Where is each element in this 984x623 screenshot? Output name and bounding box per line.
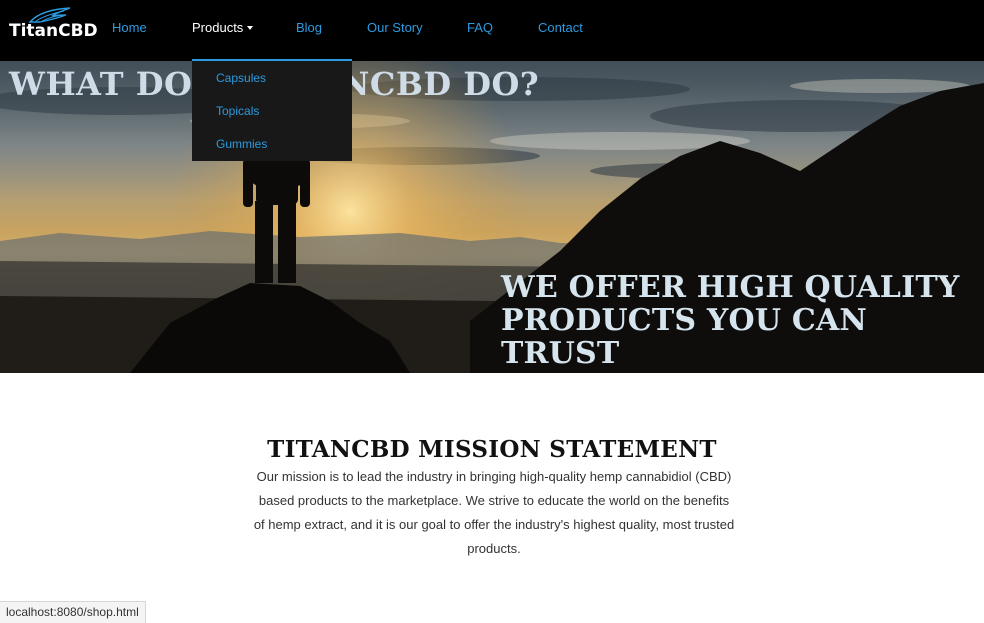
hero-tagline-line-2: PRODUCTS YOU CAN TRUST bbox=[501, 303, 868, 371]
products-dropdown-menu: Capsules Topicals Gummies bbox=[192, 59, 352, 161]
nav-our-story[interactable]: Our Story bbox=[367, 20, 423, 36]
dropdown-item-topicals[interactable]: Topicals bbox=[216, 104, 259, 118]
nav-blog[interactable]: Blog bbox=[296, 20, 322, 36]
brand-name: TitanCBD bbox=[9, 21, 98, 41]
mission-body: Our mission is to lead the industry in b… bbox=[253, 469, 735, 556]
page: TitanCBD Home Products Blog Our Story FA… bbox=[0, 0, 984, 623]
dropdown-item-capsules[interactable]: Capsules bbox=[216, 71, 266, 85]
hero-tagline: WE OFFER HIGH QUALITY PRODUCTS YOU CAN T… bbox=[501, 271, 971, 370]
browser-status-url: localhost:8080/shop.html bbox=[0, 601, 146, 623]
navbar: TitanCBD Home Products Blog Our Story FA… bbox=[0, 0, 984, 61]
hero-banner: WHAT DOES TITANCBD DO? WE OFFER HIGH QUA… bbox=[0, 61, 984, 373]
hero-tagline-line-1: WE OFFER HIGH QUALITY bbox=[501, 270, 960, 305]
brand-logo-link[interactable]: TitanCBD bbox=[8, 6, 98, 52]
mission-title: TITANCBD MISSION STATEMENT bbox=[267, 436, 717, 463]
nav-home[interactable]: Home bbox=[112, 20, 147, 36]
nav-products-label: Products bbox=[192, 20, 244, 35]
dropdown-item-gummies[interactable]: Gummies bbox=[216, 137, 267, 151]
nav-contact[interactable]: Contact bbox=[538, 20, 583, 36]
nav-products[interactable]: Products bbox=[192, 20, 254, 36]
caret-down-icon bbox=[247, 25, 254, 30]
nav-faq[interactable]: FAQ bbox=[467, 20, 493, 36]
